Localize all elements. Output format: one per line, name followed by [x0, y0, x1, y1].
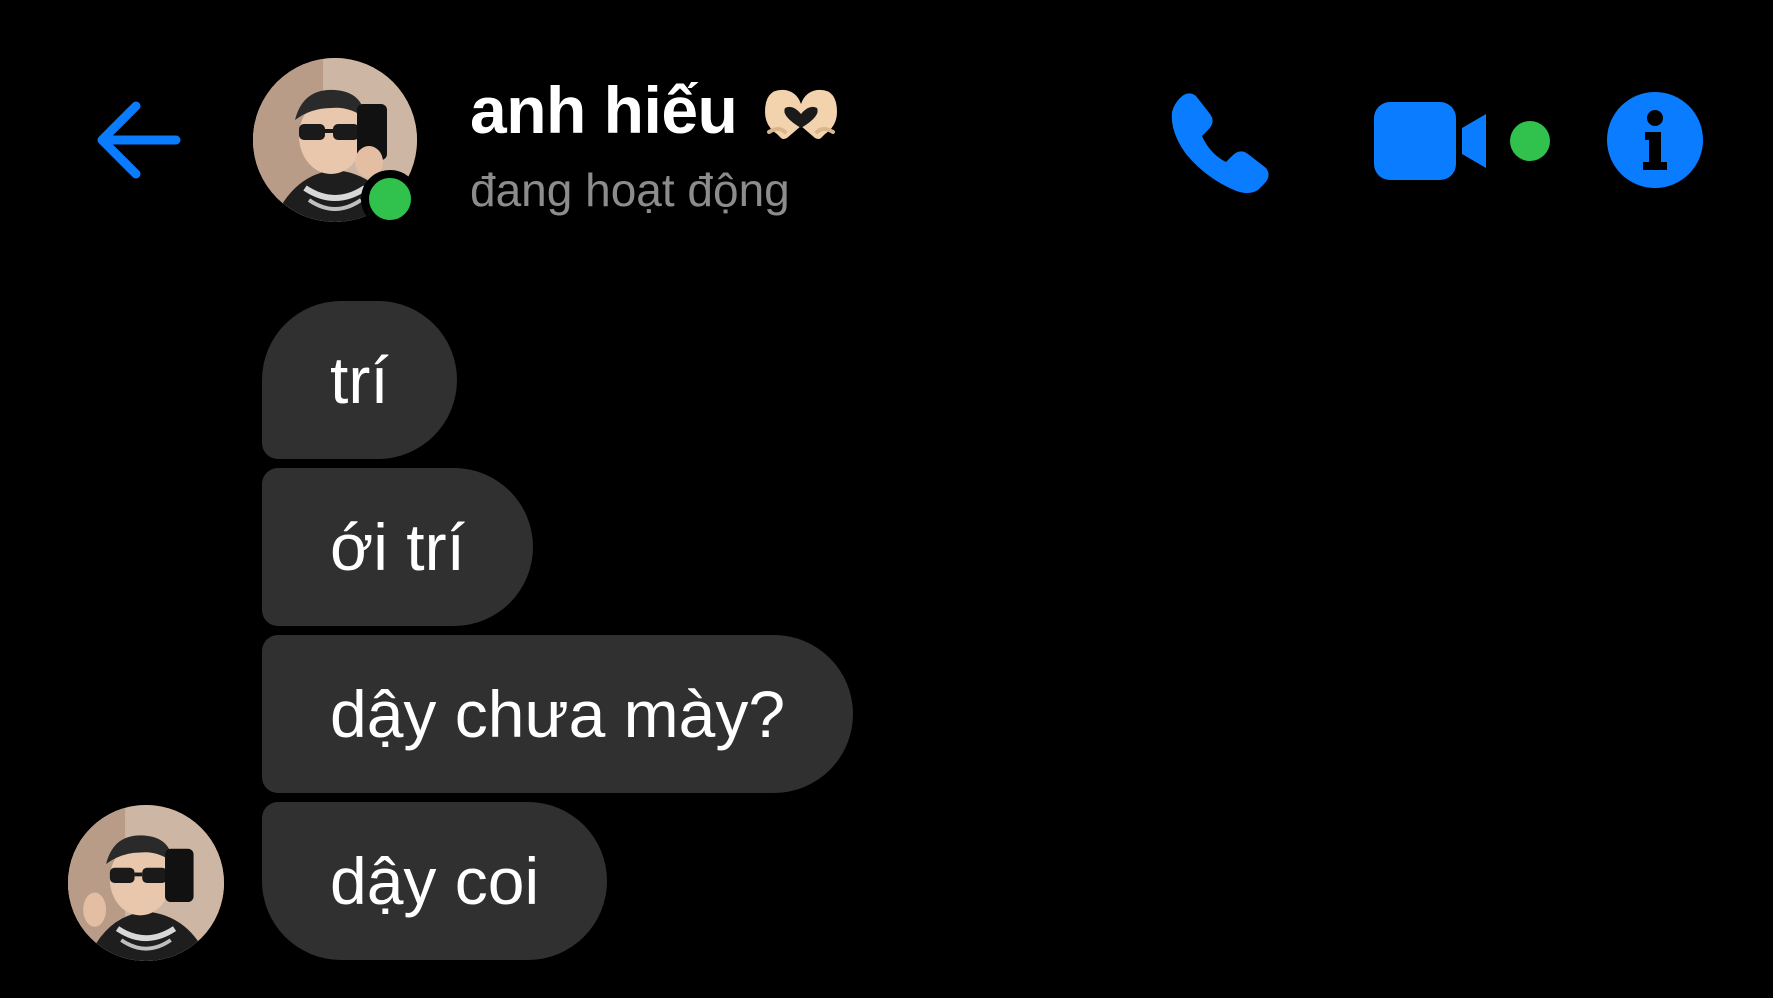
message-bubble[interactable]: dậy coi [262, 802, 608, 960]
call-button[interactable] [1166, 86, 1276, 196]
contact-avatar[interactable] [253, 58, 419, 228]
heart-hands-icon [765, 89, 838, 139]
message-bubble[interactable]: dậy chưa mày? [262, 635, 854, 793]
video-call-button[interactable] [1374, 96, 1556, 186]
video-camera-icon [1374, 102, 1550, 180]
contact-name: anh hiếu [470, 73, 738, 147]
message-thread: trí ới trí dậy chưa mày? dậy coi [262, 301, 854, 960]
message-bubble[interactable]: ới trí [262, 468, 533, 626]
phone-icon [1171, 93, 1269, 193]
message-bubble[interactable]: trí [262, 301, 457, 459]
sender-avatar[interactable] [68, 805, 224, 961]
contact-title[interactable]: anh hiếu [470, 70, 843, 150]
online-indicator [361, 170, 419, 228]
back-button[interactable] [88, 90, 188, 190]
info-button[interactable] [1603, 88, 1707, 192]
active-status: đang hoạt động [470, 164, 790, 216]
arrow-left-icon [97, 101, 181, 179]
info-icon [1607, 92, 1703, 188]
